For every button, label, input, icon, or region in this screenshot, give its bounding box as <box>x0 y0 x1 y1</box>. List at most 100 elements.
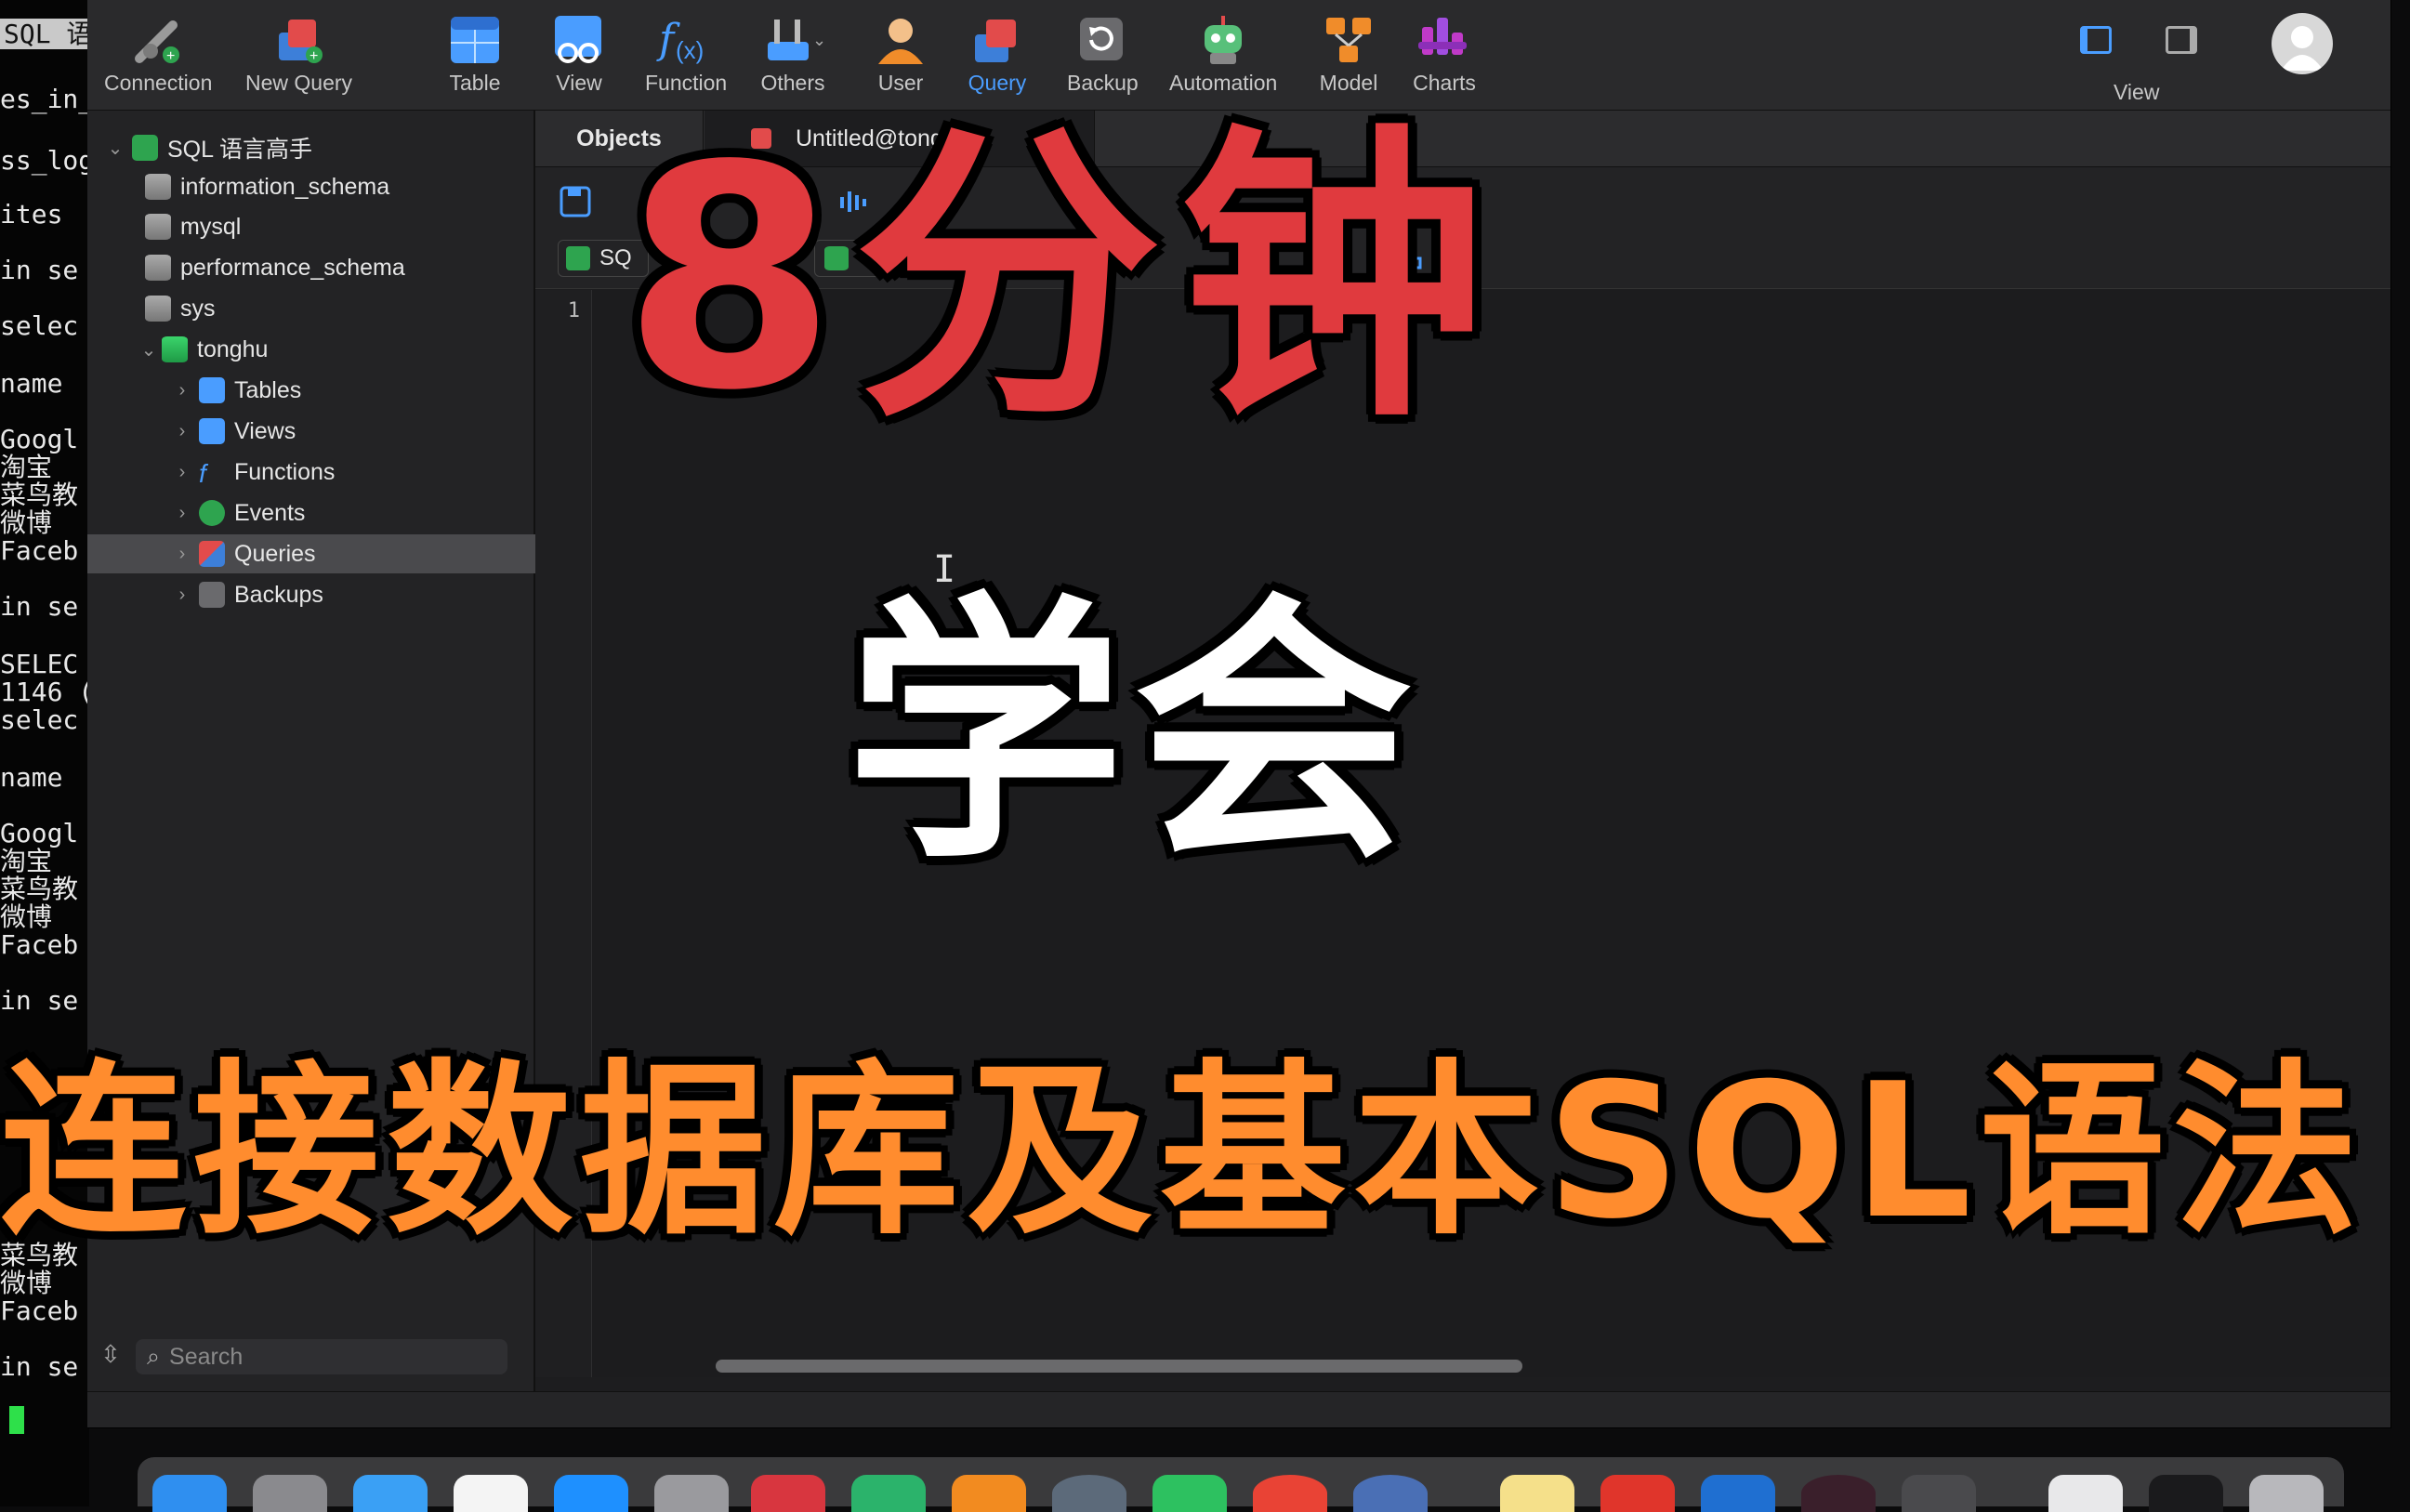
others-button[interactable]: ⌄ Others <box>760 11 825 96</box>
chevron-right-icon[interactable]: › <box>173 585 191 606</box>
terminal-line: 淘宝 <box>0 452 53 482</box>
database-icon <box>145 296 171 322</box>
others-icon: ⌄ <box>760 11 825 69</box>
automation-button[interactable]: Automation <box>1169 11 1277 96</box>
terminal-app-icon[interactable] <box>1902 1475 1976 1512</box>
view-button[interactable]: View <box>547 11 612 96</box>
document-icon[interactable] <box>2048 1475 2123 1512</box>
avatar[interactable] <box>2272 13 2333 74</box>
settings-icon[interactable] <box>654 1475 729 1512</box>
tree-database-tonghu[interactable]: ⌄ tonghu <box>87 330 586 369</box>
inspector-toggle-icon[interactable] <box>2166 26 2197 54</box>
query-icon <box>965 11 1030 69</box>
connection-icon: + <box>125 11 191 69</box>
table-icon <box>199 377 225 403</box>
clion-icon[interactable] <box>851 1475 926 1512</box>
terminal-line: name <box>0 368 63 399</box>
app-store-icon[interactable] <box>554 1475 628 1512</box>
search-icon: ⌕ <box>147 1343 161 1370</box>
backup-icon <box>1070 11 1135 69</box>
user-icon <box>868 11 933 69</box>
overlay-title-sub: 学会 <box>846 572 1422 896</box>
main-toolbar: + Connection + New Query Table View f (x) <box>87 0 2390 111</box>
notes-app-icon[interactable] <box>1500 1475 1574 1512</box>
terminal-line: 淘宝 <box>0 846 53 876</box>
chevron-right-icon[interactable]: › <box>173 380 191 401</box>
chevron-right-icon[interactable]: › <box>173 544 191 565</box>
chrome-icon[interactable] <box>1253 1475 1327 1512</box>
connection-node-icon <box>566 246 590 270</box>
terminal-line: 微博 <box>0 1268 53 1298</box>
terminal-line: es_in_ <box>0 84 89 114</box>
connection-button[interactable]: + Connection <box>104 11 212 96</box>
function-button[interactable]: f (x) Function <box>645 11 727 96</box>
terminal-line: selec <box>0 704 79 735</box>
tree-database-information-schema[interactable]: information_schema <box>87 167 591 206</box>
browser-icon[interactable] <box>1353 1475 1428 1512</box>
model-icon <box>1316 11 1381 69</box>
charts-button[interactable]: Charts <box>1412 11 1477 96</box>
terminal-line: Faceb <box>0 929 79 960</box>
terminal-line: 微博 <box>0 901 53 932</box>
query-icon <box>199 541 225 567</box>
parallels-icon[interactable] <box>751 1475 825 1512</box>
terminal-line: Googl <box>0 424 79 454</box>
terminal-line: ites <box>0 199 63 230</box>
svg-text:⌄: ⌄ <box>812 31 825 49</box>
new-query-icon: + <box>267 11 332 69</box>
safari-icon[interactable] <box>353 1475 428 1512</box>
filter-icon[interactable]: ⇳ <box>100 1340 121 1369</box>
database-icon <box>145 174 171 200</box>
database-icon <box>145 214 171 240</box>
sidebar-toggle-icon[interactable] <box>2080 26 2112 54</box>
video-player-icon[interactable] <box>1600 1475 1675 1512</box>
terminal-line: 微博 <box>0 507 53 538</box>
terminal-line: 1146 ( <box>0 677 89 707</box>
tree-database-sys[interactable]: sys <box>87 289 591 328</box>
terminal-window: SQL 语言 es_in_ ss_log ites in se selec na… <box>0 0 89 1506</box>
photos-icon[interactable] <box>454 1475 528 1512</box>
wechat-icon[interactable] <box>1152 1475 1227 1512</box>
terminal-cursor <box>9 1406 24 1434</box>
clock-icon <box>199 500 225 526</box>
tree-connection[interactable]: ⌄ SQL 语言高手 <box>87 128 552 167</box>
windows-vm-icon[interactable] <box>1701 1475 1775 1512</box>
tree-database-mysql[interactable]: mysql <box>87 207 591 246</box>
new-query-button[interactable]: + New Query <box>245 11 352 96</box>
model-button[interactable]: Model <box>1316 11 1381 96</box>
terminal-tab[interactable]: SQL 语言 <box>0 19 89 49</box>
terminal-line: name <box>0 762 63 793</box>
finder-icon[interactable] <box>152 1475 227 1512</box>
view-icon <box>199 418 225 444</box>
connection-node-icon <box>132 135 158 161</box>
chevron-right-icon[interactable]: › <box>173 462 191 483</box>
svg-text:+: + <box>309 48 318 64</box>
function-icon: f (x) <box>653 11 718 69</box>
launchpad-icon[interactable] <box>253 1475 327 1512</box>
status-bar <box>87 1391 2390 1427</box>
terminal-line: 菜鸟教 <box>0 480 79 510</box>
backup-button[interactable]: Backup <box>1067 11 1139 96</box>
save-icon[interactable] <box>560 186 591 217</box>
tree-database-performance-schema[interactable]: performance_schema <box>87 248 591 287</box>
table-button[interactable]: Table <box>442 11 507 96</box>
user-button[interactable]: User <box>868 11 933 96</box>
view-label: View <box>2114 80 2160 104</box>
chevron-right-icon[interactable]: › <box>173 503 191 524</box>
terminal-line: in se <box>0 591 79 622</box>
monitor-app-icon[interactable] <box>1801 1475 1876 1512</box>
trash-icon[interactable] <box>2249 1475 2324 1512</box>
terminal-line: 菜鸟教 <box>0 874 79 904</box>
chevron-down-icon[interactable]: ⌄ <box>106 137 125 160</box>
chevron-right-icon[interactable]: › <box>173 421 191 442</box>
charts-icon <box>1412 11 1477 69</box>
disk-utility-icon[interactable] <box>1052 1475 1126 1512</box>
terminal-line: SELEC <box>0 649 79 679</box>
query-button[interactable]: Query <box>955 7 1039 104</box>
search-input[interactable]: ⌕ Search <box>136 1339 507 1374</box>
chevron-down-icon[interactable]: ⌄ <box>139 338 158 362</box>
terminal-line: Faceb <box>0 535 79 566</box>
window-preview-icon[interactable] <box>2149 1475 2223 1512</box>
sublime-icon[interactable] <box>952 1475 1026 1512</box>
horizontal-scrollbar[interactable] <box>716 1360 1522 1373</box>
